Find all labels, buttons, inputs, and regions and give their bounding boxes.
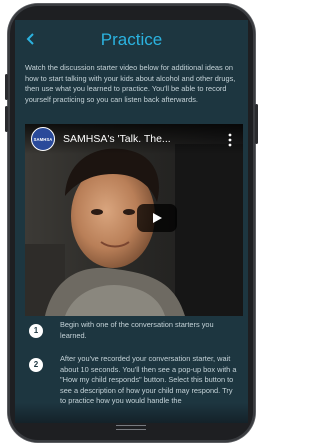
more-vertical-icon[interactable] xyxy=(227,133,233,147)
home-indicator[interactable] xyxy=(116,425,146,430)
step-item: 1 Begin with one of the conversation sta… xyxy=(25,320,240,354)
volume-down-button xyxy=(5,106,8,132)
volume-up-button xyxy=(5,74,8,100)
bottom-fade xyxy=(15,403,248,423)
app-screen: Practice Watch the discussion starter vi… xyxy=(15,20,248,423)
steps-list: 1 Begin with one of the conversation sta… xyxy=(25,320,240,407)
video-title[interactable]: SAMHSA's 'Talk. The... xyxy=(63,133,171,145)
step-number-badge: 1 xyxy=(29,324,43,338)
app-bar: Practice xyxy=(15,20,248,60)
channel-logo[interactable]: SAMHSA xyxy=(31,127,55,151)
step-text: After you've recorded your conversation … xyxy=(60,354,237,406)
video-header: SAMHSA SAMHSA's 'Talk. The... xyxy=(25,124,243,154)
play-icon xyxy=(153,213,162,223)
power-button xyxy=(255,104,258,144)
step-number-badge: 2 xyxy=(29,358,43,372)
step-item: 2 After you've recorded your conversatio… xyxy=(25,354,240,407)
intro-text: Watch the discussion starter video below… xyxy=(25,63,236,104)
page-title: Practice xyxy=(100,30,163,49)
video-player[interactable]: SAMHSA SAMHSA's 'Talk. The... xyxy=(25,124,243,316)
step-text: Begin with one of the conversation start… xyxy=(60,320,214,340)
play-button[interactable] xyxy=(137,204,177,232)
